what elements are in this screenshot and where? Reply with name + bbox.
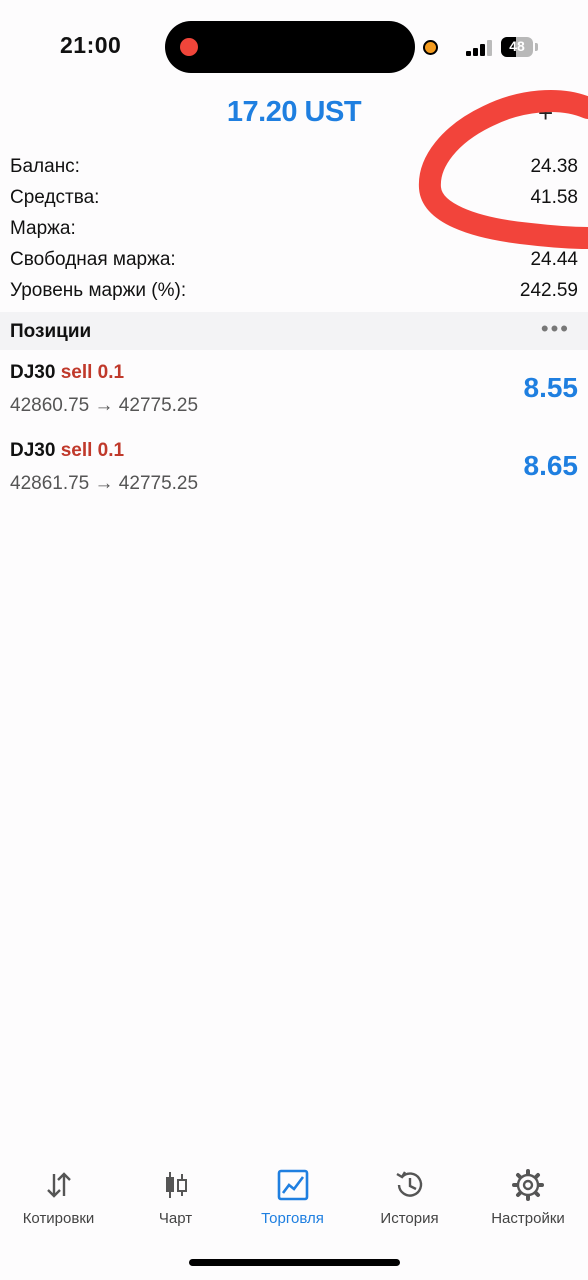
- position-row[interactable]: DJ30 sell 0.1 42860.75 → 42775.25 8.55: [0, 362, 588, 436]
- more-dots-icon[interactable]: •••: [541, 316, 570, 342]
- tab-label: История: [380, 1210, 439, 1227]
- position-symbol: DJ30: [10, 440, 56, 461]
- tab-label: Котировки: [22, 1210, 95, 1227]
- battery-level: 48: [509, 38, 525, 54]
- cellular-signal-icon: [466, 40, 492, 56]
- trade-chart-icon: [277, 1169, 308, 1201]
- positions-title: Позиции: [10, 321, 92, 342]
- quotes-arrows-icon: [46, 1172, 71, 1198]
- margin-level-label: Уровень маржи (%):: [10, 280, 187, 301]
- position-side: sell 0.1: [60, 362, 125, 383]
- position-profit: 8.65: [523, 450, 579, 481]
- history-clock-icon: [395, 1171, 422, 1197]
- margin-level-value: 242.59: [519, 280, 578, 301]
- position-symbol: DJ30: [10, 362, 56, 383]
- positions-section-header: Позиции •••: [0, 312, 588, 350]
- balance-row: Баланс: 24.38: [10, 156, 578, 187]
- equity-label: Средства:: [10, 187, 100, 208]
- battery-icon: 48: [501, 37, 533, 57]
- free-margin-row: Свободная маржа: 24.44: [10, 249, 578, 280]
- tab-label: Торговля: [261, 1210, 324, 1227]
- tab-quotes[interactable]: Котировки: [0, 1160, 117, 1227]
- account-title[interactable]: 17.20 UST: [0, 96, 588, 129]
- tab-label: Настройки: [491, 1210, 565, 1227]
- equity-row: Средства: 41.58: [10, 187, 578, 218]
- position-symbol-line: DJ30 sell 0.1: [10, 440, 124, 462]
- position-symbol-line: DJ30 sell 0.1: [10, 362, 124, 384]
- position-row[interactable]: DJ30 sell 0.1 42861.75 → 42775.25 8.65: [0, 440, 588, 514]
- position-prices: 42861.75 → 42775.25: [10, 473, 199, 494]
- dynamic-island: [165, 21, 415, 73]
- position-profit: 8.55: [523, 372, 579, 403]
- margin-label: Маржа:: [10, 218, 76, 239]
- tab-bar: Котировки Чарт Торговля История Настройк…: [0, 1160, 588, 1240]
- candlestick-chart-icon: [165, 1172, 187, 1198]
- position-prices: 42860.75 → 42775.25: [10, 395, 199, 416]
- free-margin-label: Свободная маржа:: [10, 249, 176, 270]
- tab-trade[interactable]: Торговля: [234, 1160, 351, 1227]
- plus-icon[interactable]: +: [538, 98, 553, 129]
- battery-tip: [535, 43, 538, 51]
- settings-gear-icon: [512, 1169, 544, 1201]
- balance-value: 24.38: [530, 156, 578, 177]
- tab-settings[interactable]: Настройки: [468, 1160, 588, 1227]
- position-side: sell 0.1: [60, 440, 125, 461]
- margin-level-row: Уровень маржи (%): 242.59: [10, 280, 578, 311]
- mic-indicator-icon: [423, 40, 438, 55]
- tab-chart[interactable]: Чарт: [117, 1160, 234, 1227]
- balance-label: Баланс:: [10, 156, 80, 177]
- home-indicator[interactable]: [189, 1259, 400, 1266]
- equity-value: 41.58: [530, 187, 578, 208]
- tab-history[interactable]: История: [351, 1160, 468, 1227]
- free-margin-value: 24.44: [530, 249, 578, 270]
- status-time: 21:00: [60, 32, 122, 58]
- tab-label: Чарт: [158, 1210, 193, 1227]
- margin-row: Маржа:: [10, 218, 578, 249]
- recording-indicator-icon: [180, 38, 198, 56]
